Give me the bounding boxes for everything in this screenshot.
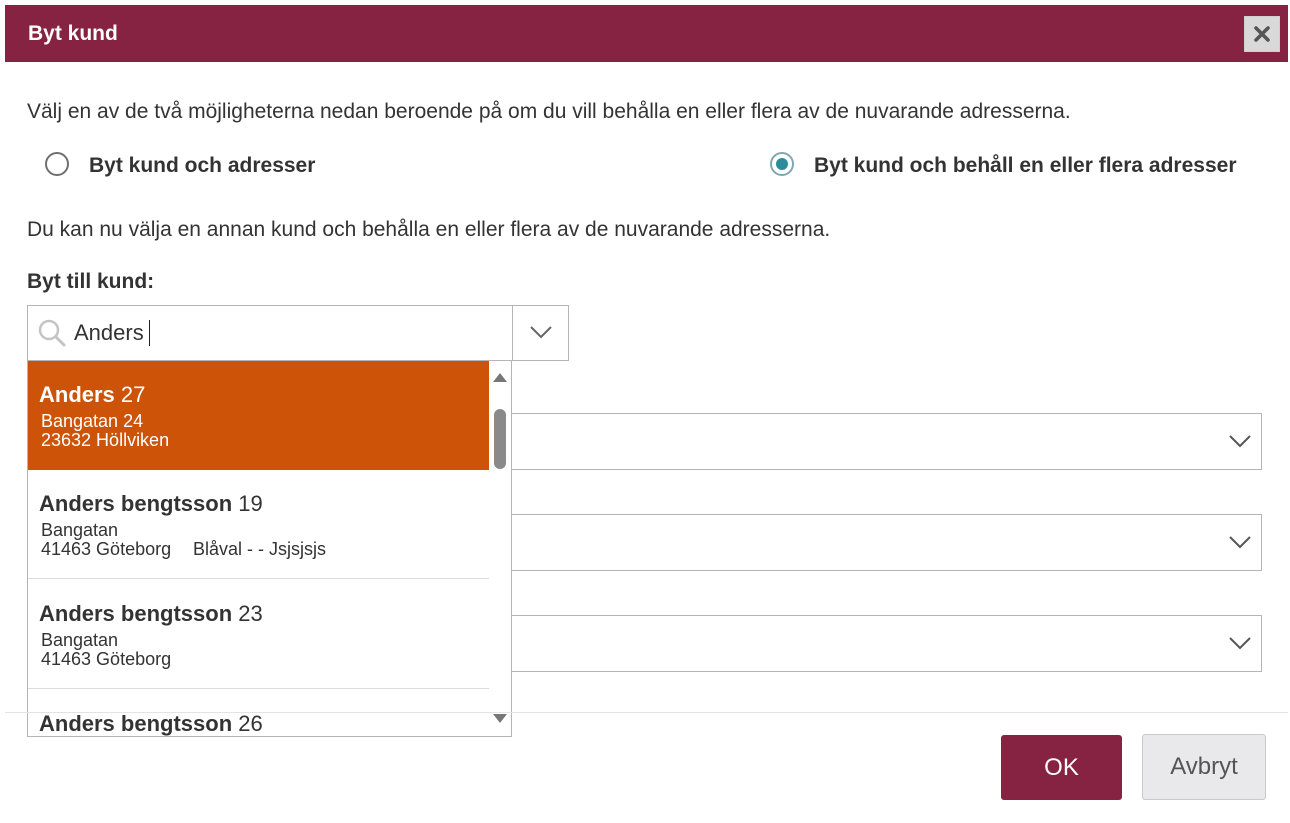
scroll-up-arrow-icon[interactable] [492,371,508,383]
dialog-title: Byt kund [28,22,118,45]
customer-street: Bangatan [41,630,119,650]
address-select-1[interactable] [490,413,1262,470]
customer-name: Anders bengtsson [39,491,233,516]
customer-field-label: Byt till kund: [27,270,155,293]
customer-number: 23 [238,601,263,626]
footer-divider [5,712,1288,713]
customer-combobox[interactable] [27,305,569,361]
info-text: Du kan nu välja en annan kund och behåll… [27,218,831,241]
scroll-down-arrow-icon[interactable] [492,713,508,725]
chevron-down-icon [1229,435,1251,448]
close-button[interactable] [1244,16,1280,52]
customer-postal: 41463 Göteborg [41,649,172,669]
customer-extra-info: Blåval - - Jsjsjsjs [193,539,327,559]
customer-results-list[interactable]: Anders 27 Bangatan 24 23632 Höllviken An… [27,360,512,737]
option-label: Byt kund och adresser [89,154,316,177]
customer-number: 19 [238,491,263,516]
customer-name: Anders [39,382,115,407]
address-select-2[interactable] [490,514,1262,571]
chevron-down-icon [1229,637,1251,650]
chevron-down-icon [530,326,552,339]
ok-button[interactable]: OK [1001,735,1122,800]
customer-street: Bangatan 24 [41,411,144,431]
customer-number: 26 [238,711,263,736]
text-cursor [149,320,150,346]
option-label: Byt kund och behåll en eller flera adres… [814,154,1237,177]
change-customer-dialog: Byt kund Välj en av de två möjligheterna… [0,0,1290,823]
customer-street: Bangatan [41,520,119,540]
close-icon [1254,26,1270,42]
list-item[interactable]: Anders bengtsson 23 Bangatan 41463 Göteb… [28,580,489,689]
customer-name: Anders bengtsson [39,601,233,626]
customer-dropdown-button[interactable] [512,306,569,360]
search-icon [38,319,66,347]
dialog-titlebar: Byt kund [5,5,1288,62]
list-item[interactable]: Anders bengtsson 26 [28,690,489,736]
customer-name: Anders bengtsson [39,711,233,736]
customer-postal: 23632 Höllviken [41,430,170,450]
list-item[interactable]: Anders 27 Bangatan 24 23632 Höllviken [28,361,489,470]
address-select-3[interactable] [490,615,1262,672]
radio-button[interactable] [45,152,69,176]
customer-number: 27 [120,382,146,407]
customer-postal: 41463 Göteborg [41,539,172,559]
customer-search-input[interactable] [74,316,494,350]
cancel-button[interactable]: Avbryt [1142,734,1266,800]
radio-button-checked[interactable] [770,152,794,176]
scrollbar[interactable] [489,361,511,736]
list-item[interactable]: Anders bengtsson 19 Bangatan 41463 Göteb… [28,470,489,579]
scrollbar-thumb[interactable] [494,409,506,469]
chevron-down-icon [1229,536,1251,549]
intro-text: Välj en av de två möjligheterna nedan be… [27,100,1071,123]
